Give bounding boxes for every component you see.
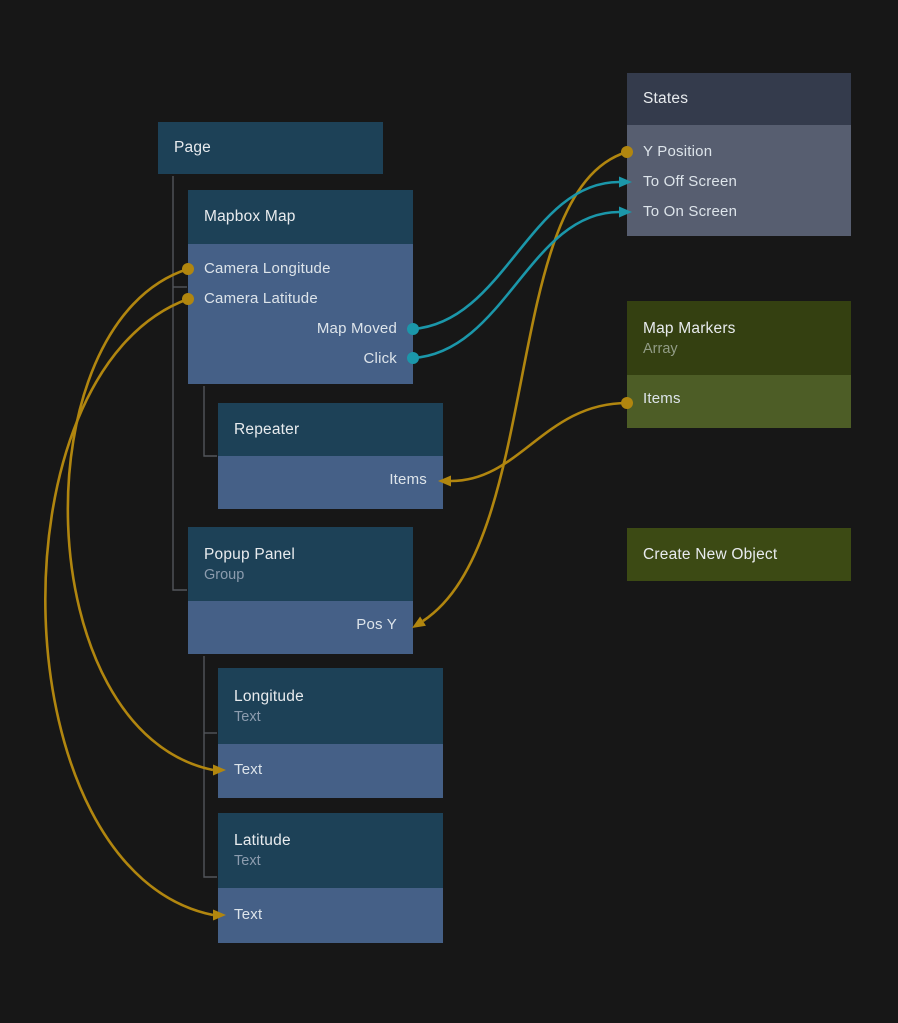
node-editor-canvas: Page Mapbox Map Camera Longitude Camera … [0,0,898,1023]
port-camera-latitude[interactable]: Camera Latitude [188,284,413,314]
port-repeater-items[interactable]: Items [218,465,443,495]
node-latitude-body: Text [218,888,443,943]
node-repeater-title: Repeater [234,421,427,439]
node-page-title: Page [174,139,367,157]
create-new-object-button[interactable]: Create New Object [627,528,851,581]
wire-click-to-on-screen[interactable] [413,212,619,358]
node-popup-panel-header[interactable]: Popup Panel Group [188,527,413,601]
node-page[interactable]: Page [158,122,383,174]
port-to-on-screen[interactable]: To On Screen [627,197,851,227]
create-new-object-label: Create New Object [643,546,777,564]
port-map-markers-items[interactable]: Items [627,384,851,414]
port-latitude-text[interactable]: Text [218,900,443,930]
node-mapbox-map-title: Mapbox Map [204,208,397,226]
port-y-position[interactable]: Y Position [627,137,851,167]
node-states[interactable]: States Y Position To Off Screen To On Sc… [627,73,851,236]
node-latitude-subtitle: Text [234,853,427,869]
node-states-body: Y Position To Off Screen To On Screen [627,125,851,236]
node-latitude-title: Latitude [234,832,427,850]
node-map-markers-subtitle: Array [643,341,835,357]
node-popup-panel-subtitle: Group [204,567,397,583]
wire-y-position-to-pos-y[interactable] [423,152,627,621]
wire-map-moved-to-off-screen[interactable] [413,182,619,329]
node-longitude-body: Text [218,744,443,798]
port-pos-y[interactable]: Pos Y [188,610,413,640]
node-states-title: States [643,90,835,108]
node-longitude-title: Longitude [234,688,427,706]
node-longitude-subtitle: Text [234,709,427,725]
node-map-markers-header[interactable]: Map Markers Array [627,301,851,375]
node-repeater-header[interactable]: Repeater [218,403,443,456]
tree-connector-mapbox-repeater [204,386,217,456]
node-states-header[interactable]: States [627,73,851,125]
port-longitude-text[interactable]: Text [218,755,443,785]
tree-connector-page-popup-panel [173,176,187,590]
node-popup-panel-body: Pos Y [188,601,413,654]
node-map-markers-body: Items [627,375,851,428]
node-mapbox-map[interactable]: Mapbox Map Camera Longitude Camera Latit… [188,190,413,384]
node-latitude-header[interactable]: Latitude Text [218,813,443,888]
node-longitude-header[interactable]: Longitude Text [218,668,443,744]
node-longitude[interactable]: Longitude Text Text [218,668,443,798]
node-mapbox-map-body: Camera Longitude Camera Latitude Map Mov… [188,244,413,384]
port-to-off-screen[interactable]: To Off Screen [627,167,851,197]
port-map-moved[interactable]: Map Moved [188,314,413,344]
node-repeater[interactable]: Repeater Items [218,403,443,509]
node-mapbox-map-header[interactable]: Mapbox Map [188,190,413,244]
node-map-markers-title: Map Markers [643,320,835,338]
tree-connector-popup-latitude [204,656,217,877]
node-popup-panel-title: Popup Panel [204,546,397,564]
node-repeater-body: Items [218,456,443,509]
port-camera-longitude[interactable]: Camera Longitude [188,254,413,284]
node-popup-panel[interactable]: Popup Panel Group Pos Y [188,527,413,654]
node-map-markers[interactable]: Map Markers Array Items [627,301,851,428]
node-page-header[interactable]: Page [158,122,383,174]
wire-map-markers-items-to-repeater-items[interactable] [451,403,627,481]
node-latitude[interactable]: Latitude Text Text [218,813,443,943]
port-click[interactable]: Click [188,344,413,374]
